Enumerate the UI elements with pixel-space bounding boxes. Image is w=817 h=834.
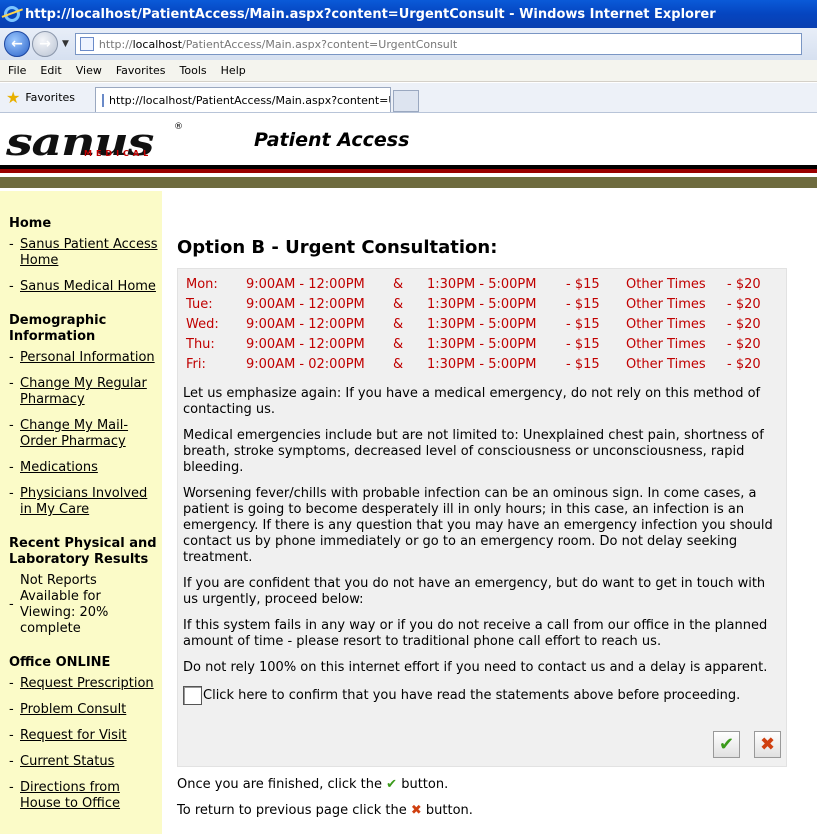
sidebar-item-request-visit[interactable]: - Request for Visit	[9, 728, 162, 744]
notice-paragraph: Do not rely 100% on this internet effort…	[183, 660, 768, 675]
sidebar-item-personal-info[interactable]: - Personal Information	[9, 350, 162, 366]
menu-bar: File Edit View Favorites Tools Help	[0, 60, 817, 82]
menu-favorites[interactable]: Favorites	[116, 64, 166, 77]
sidebar-item-problem-consult[interactable]: - Problem Consult	[9, 702, 162, 718]
sidebar-item-regular-pharmacy[interactable]: - Change My Regular Pharmacy	[9, 376, 162, 408]
schedule-row-thu: Thu: 9:00AM - 12:00PM & 1:30PM - 5:00PM - $1…	[186, 337, 761, 352]
ie-logo-icon	[4, 6, 20, 22]
sidebar-link[interactable]: Problem Consult	[20, 702, 126, 718]
finish-instruction: Once you are finished, click the ✔ butto…	[177, 777, 449, 792]
tab-page-icon	[102, 93, 105, 107]
window-titlebar: http://localhost/PatientAccess/Main.aspx…	[0, 0, 817, 28]
back-button[interactable]: ←	[4, 31, 30, 57]
sidebar-link[interactable]: Personal Information	[20, 350, 155, 366]
page-icon	[79, 37, 94, 51]
notice-paragraph: Medical emergencies include but are not …	[183, 428, 764, 475]
site-header: sanus ® MEDICAL Patient Access	[0, 113, 817, 191]
sidebar-heading-office: Office ONLINE	[9, 655, 111, 670]
close-x-icon: ✖	[759, 734, 776, 755]
menu-view[interactable]: View	[76, 64, 102, 77]
schedule-row-wed: Wed: 9:00AM - 12:00PM & 1:30PM - 5:00PM - $1…	[186, 317, 761, 332]
sidebar-link[interactable]: Current Status	[20, 754, 114, 770]
sidebar-item-current-status[interactable]: - Current Status	[9, 754, 162, 770]
page-title: Option B - Urgent Consultation:	[177, 237, 498, 258]
favorites-bar: ★ Favorites http://localhost/PatientAcce…	[0, 83, 817, 113]
sidebar-link[interactable]: Sanus Medical Home	[20, 279, 156, 295]
notice-paragraph: If this system fails in any way or if yo…	[183, 618, 768, 649]
confirm-checkbox[interactable]	[183, 686, 202, 705]
notice-paragraph: If you are confident that you do not hav…	[183, 576, 766, 607]
window-title: http://localhost/PatientAccess/Main.aspx…	[25, 6, 716, 22]
sidebar-item-mail-order-pharmacy[interactable]: - Change My Mail-Order Pharmacy	[9, 418, 162, 450]
new-tab-button[interactable]	[393, 89, 420, 112]
forward-button[interactable]: →	[32, 31, 58, 57]
notice-text: Let us emphasize again: If you have a me…	[183, 386, 783, 705]
sidebar-item-directions[interactable]: - Directions from House to Office	[9, 780, 162, 812]
sidebar-link[interactable]: Directions from House to Office	[20, 780, 162, 812]
confirm-label[interactable]: Click here to confirm that you have read…	[203, 688, 740, 704]
schedule-row-fri: Fri: 9:00AM - 02:00PM & 1:30PM - 5:00PM - $1…	[186, 357, 761, 372]
schedule-row-mon: Mon: 9:00AM - 12:00PM & 1:30PM - 5:00PM - $1…	[186, 277, 761, 292]
cancel-button[interactable]: ✖	[754, 731, 781, 758]
header-band-olive	[0, 177, 817, 188]
favorites-button[interactable]: Favorites	[25, 91, 75, 104]
sidebar-heading-results: Recent Physical and Laboratory Results	[9, 536, 157, 567]
confirm-row[interactable]: Click here to confirm that you have read…	[183, 686, 783, 705]
url-input[interactable]: http://localhost/PatientAccess/Main.aspx…	[74, 33, 802, 55]
schedule-table: Mon: 9:00AM - 12:00PM & 1:30PM - 5:00PM - $1…	[186, 277, 786, 377]
sidebar-item-reports-status: - Not Reports Available for Viewing: 20% …	[9, 573, 162, 637]
sidebar-item-medical-home[interactable]: - Sanus Medical Home	[9, 279, 162, 295]
menu-file[interactable]: File	[8, 64, 26, 77]
url-host: localhost	[132, 37, 183, 51]
sidebar-link[interactable]: Request for Visit	[20, 728, 127, 744]
sidebar-link[interactable]: Physicians Involved in My Care	[20, 486, 162, 518]
address-bar: ← → ▼ http://localhost/PatientAccess/Mai…	[0, 28, 817, 60]
url-path: /PatientAccess/Main.aspx?content=UrgentC…	[182, 37, 458, 51]
sidebar-link[interactable]: Medications	[20, 460, 98, 476]
ok-button[interactable]: ✔	[713, 731, 740, 758]
logo-subtitle: MEDICAL	[84, 149, 153, 158]
history-dropdown-icon[interactable]: ▼	[62, 39, 69, 49]
sidebar-link[interactable]: Change My Regular Pharmacy	[20, 376, 162, 408]
sidebar-heading-home: Home	[9, 216, 52, 231]
consult-panel: Mon: 9:00AM - 12:00PM & 1:30PM - 5:00PM - $1…	[177, 268, 787, 767]
sidebar-item-physicians[interactable]: - Physicians Involved in My Care	[9, 486, 162, 518]
forward-arrow-icon: →	[39, 36, 51, 52]
app-title: Patient Access	[254, 129, 410, 151]
sidebar-item-request-prescription[interactable]: - Request Prescription	[9, 676, 162, 692]
favorites-star-icon[interactable]: ★	[6, 88, 20, 107]
menu-edit[interactable]: Edit	[40, 64, 61, 77]
tab-title: http://localhost/PatientAccess/Main.aspx…	[109, 93, 392, 107]
sidebar-item-medications[interactable]: - Medications	[9, 460, 162, 476]
checkmark-icon: ✔	[718, 734, 735, 755]
notice-paragraph: Let us emphasize again: If you have a me…	[183, 386, 761, 417]
browser-tab[interactable]: http://localhost/PatientAccess/Main.aspx…	[95, 87, 392, 112]
close-x-icon: ✖	[410, 803, 422, 818]
sidebar-link[interactable]: Change My Mail-Order Pharmacy	[20, 418, 162, 450]
sidebar-item-patient-access-home[interactable]: - Sanus Patient Access Home	[9, 237, 162, 269]
menu-help[interactable]: Help	[221, 64, 246, 77]
notice-paragraph: Worsening fever/chills with probable inf…	[183, 486, 773, 565]
checkmark-icon: ✔	[386, 777, 398, 792]
menu-tools[interactable]: Tools	[180, 64, 207, 77]
sidebar: Home - Sanus Patient Access Home - Sanus M…	[0, 191, 162, 834]
return-instruction: To return to previous page click the ✖ b…	[177, 803, 473, 818]
sidebar-link[interactable]: Sanus Patient Access Home	[20, 237, 162, 269]
url-prefix: http://	[98, 37, 133, 51]
sidebar-heading-demographic: Demographic Information	[9, 313, 107, 344]
logo-registered-mark: ®	[174, 122, 183, 132]
schedule-row-tue: Tue: 9:00AM - 12:00PM & 1:30PM - 5:00PM - $1…	[186, 297, 761, 312]
sidebar-link[interactable]: Request Prescription	[20, 676, 154, 692]
reports-status-text: Not Reports Available for Viewing: 20% c…	[20, 573, 109, 636]
back-arrow-icon: ←	[11, 36, 23, 52]
